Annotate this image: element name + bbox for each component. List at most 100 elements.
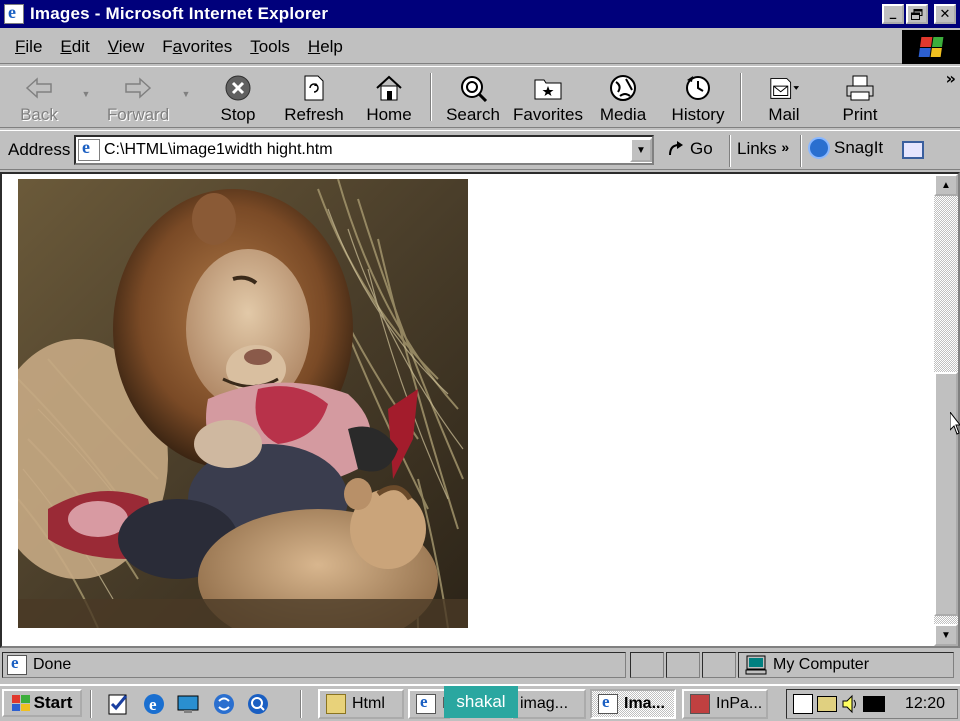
stop-button[interactable]: Stop [200, 67, 276, 127]
address-field[interactable]: C:\HTML\image1width hight.htm ▼ [74, 135, 654, 165]
status-panel [630, 652, 664, 678]
mail-button[interactable]: Mail [746, 67, 822, 127]
quicklaunch-desktop-icon[interactable] [176, 692, 200, 716]
menu-help-label: elp [320, 36, 343, 56]
title-bar[interactable]: Images - Microsoft Internet Explorer _ ✕ [0, 0, 960, 28]
menu-favorites-accel: a [172, 36, 183, 56]
svg-text:e: e [149, 695, 157, 714]
home-button[interactable]: Home [352, 67, 426, 127]
scroll-down-button[interactable]: ▼ [934, 624, 958, 646]
back-button[interactable]: Back [0, 67, 78, 127]
snagit-separator [800, 135, 802, 167]
task-label: InPa... [716, 695, 763, 712]
menu-bar: File Edit View Favorites Tools Help [0, 30, 960, 64]
page-status-icon [7, 653, 27, 675]
links-chevron-icon: » [781, 139, 790, 155]
ie-icon [598, 692, 618, 714]
menu-favorites[interactable]: Favorites [153, 37, 241, 57]
tooltip: shakal [444, 686, 518, 718]
quicklaunch-checklist-icon[interactable] [106, 692, 130, 716]
task-button-images-active[interactable]: Ima... [590, 689, 676, 719]
menu-file-label: ile [25, 36, 43, 56]
scroll-thumb[interactable] [934, 372, 958, 616]
task-button-imag[interactable]: imag... [512, 689, 586, 719]
restore-button[interactable] [906, 4, 928, 24]
chevron-down-icon: ▼ [636, 144, 646, 156]
menu-tools[interactable]: Tools [241, 37, 299, 57]
back-arrow-icon [23, 73, 55, 103]
print-label: Print [842, 105, 878, 124]
tray-scheduler-icon[interactable] [793, 694, 813, 714]
system-tray: 12:20 [786, 689, 958, 719]
address-toolbar: Address C:\HTML\image1width hight.htm ▼ … [0, 130, 960, 170]
snagit-label: SnagIt [834, 138, 884, 157]
forward-arrow-icon [122, 73, 154, 103]
tray-device-icon[interactable] [863, 696, 885, 712]
print-button[interactable]: Print [822, 67, 898, 127]
go-button[interactable]: Go [666, 139, 713, 159]
status-panel [666, 652, 700, 678]
snagit-icon [808, 137, 830, 159]
close-button[interactable]: ✕ [934, 4, 956, 24]
quicklaunch-snagit-icon[interactable] [212, 692, 236, 716]
ie-icon [416, 692, 436, 714]
toolbar-separator [740, 73, 742, 121]
favorites-button[interactable]: Favorites [510, 67, 586, 127]
start-button[interactable]: Start [2, 689, 82, 717]
menu-help-accel: H [307, 36, 321, 56]
window-title: Images - Microsoft Internet Explorer [30, 4, 329, 23]
media-globe-icon [607, 73, 639, 103]
toolbar-chevron-icon[interactable]: » [946, 69, 956, 88]
start-label: Start [33, 693, 73, 712]
capture-window-icon[interactable] [902, 141, 924, 159]
go-label: Go [690, 139, 713, 158]
ie-icon[interactable] [4, 2, 24, 24]
address-dropdown-button[interactable]: ▼ [630, 138, 652, 162]
history-label: History [671, 105, 725, 124]
standard-toolbar: Back ▼ Forward ▼ Stop Refresh Home Searc… [0, 66, 960, 128]
quicklaunch-search-icon[interactable] [246, 692, 270, 716]
quicklaunch-ie-icon[interactable]: e [142, 692, 166, 716]
menu-file-accel: F [15, 36, 26, 56]
links-label: Links [737, 139, 777, 158]
vertical-scrollbar[interactable]: ▲ ▼ [934, 174, 958, 646]
home-label: Home [366, 105, 412, 124]
refresh-button[interactable]: Refresh [276, 67, 352, 127]
stop-label: Stop [220, 105, 256, 124]
status-panel [702, 652, 736, 678]
mail-label: Mail [768, 105, 800, 124]
task-label: Ima... [624, 695, 665, 712]
status-text-panel: Done [2, 652, 626, 678]
taskbar-separator [300, 690, 302, 718]
menu-file[interactable]: File [6, 37, 51, 57]
menu-edit-label: dit [71, 36, 90, 56]
favorites-label: Favorites [513, 105, 583, 124]
speaker-icon[interactable] [841, 694, 859, 719]
address-url[interactable]: C:\HTML\image1width hight.htm [104, 141, 630, 159]
app-icon [690, 694, 710, 714]
forward-button[interactable]: Forward [98, 67, 178, 127]
snagit-button[interactable]: SnagIt [808, 137, 883, 159]
history-button[interactable]: History [660, 67, 736, 127]
menu-view[interactable]: View [99, 37, 154, 57]
minimize-button[interactable]: _ [882, 4, 904, 24]
back-label: Back [20, 105, 58, 124]
menu-edit[interactable]: Edit [51, 37, 98, 57]
status-bar: Done My Computer [0, 650, 960, 680]
menu-help[interactable]: Help [299, 37, 352, 57]
scroll-up-button[interactable]: ▲ [934, 174, 958, 196]
task-button-html[interactable]: Html [318, 689, 404, 719]
page-content[interactable]: ▲ ▼ [0, 172, 960, 648]
tray-monitor-icon[interactable] [817, 696, 837, 712]
forward-dropdown-icon[interactable]: ▼ [178, 67, 194, 127]
task-button-inpage[interactable]: InPa... [682, 689, 768, 719]
menu-view-accel: V [107, 36, 119, 56]
back-dropdown-icon[interactable]: ▼ [78, 67, 94, 127]
clock[interactable]: 12:20 [905, 695, 945, 713]
restore-icon [911, 8, 923, 20]
search-button[interactable]: Search [436, 67, 510, 127]
taskbar-separator [90, 690, 92, 718]
media-button[interactable]: Media [586, 67, 660, 127]
links-button[interactable]: Links » [737, 139, 789, 159]
media-label: Media [599, 105, 647, 124]
